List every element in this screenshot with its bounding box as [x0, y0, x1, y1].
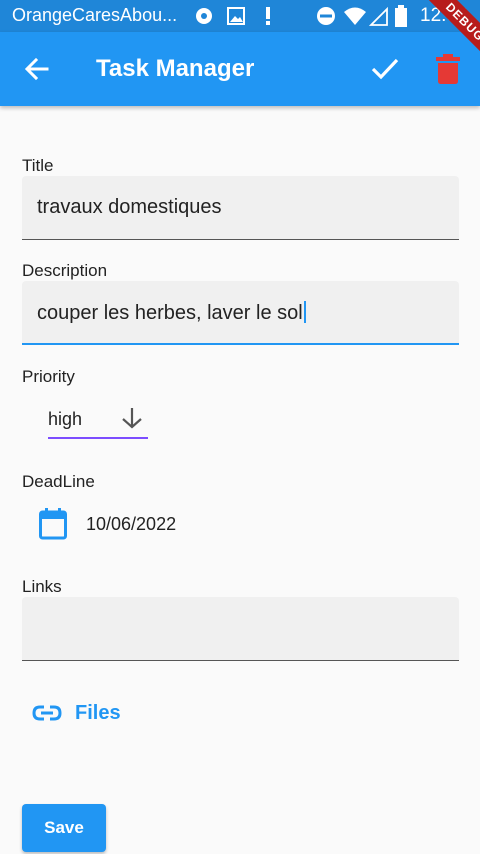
links-field[interactable] — [22, 597, 459, 661]
delete-button[interactable] — [435, 54, 461, 84]
arrow-back-icon — [24, 57, 49, 81]
title-field[interactable]: travaux domestiques — [22, 176, 459, 240]
dnd-icon — [316, 6, 336, 26]
files-button[interactable]: Files — [32, 698, 121, 728]
battery-icon — [394, 5, 408, 27]
deadline-label: DeadLine — [22, 472, 95, 491]
files-label: Files — [75, 701, 121, 724]
confirm-button[interactable] — [369, 55, 401, 83]
priority-label: Priority — [22, 367, 75, 386]
save-button[interactable]: Save — [22, 804, 106, 852]
priority-dropdown[interactable]: high — [48, 404, 148, 439]
signal-icon — [369, 6, 389, 26]
status-app-name: OrangeCaresAbou... — [12, 5, 178, 25]
title-value: travaux domestiques — [37, 196, 222, 218]
image-icon — [226, 6, 246, 26]
wifi-icon — [343, 6, 367, 26]
priority-value: high — [48, 409, 83, 429]
description-value: couper les herbes, laver le sol — [37, 302, 303, 324]
description-label: Description — [22, 261, 108, 280]
app-bar: Task Manager — [0, 32, 480, 106]
links-label: Links — [22, 577, 62, 596]
status-bar: OrangeCaresAbou... 12:06 — [0, 0, 480, 32]
text-cursor — [303, 301, 306, 323]
radio-icon — [194, 6, 214, 26]
title-label: Title — [22, 156, 54, 175]
page-title: Task Manager — [96, 55, 255, 82]
link-icon — [32, 705, 62, 721]
arrow-down-icon — [122, 408, 142, 429]
deadline-value[interactable]: 10/06/2022 — [86, 514, 176, 535]
alert-icon — [258, 6, 278, 26]
calendar-icon[interactable] — [39, 508, 67, 540]
delete-icon — [436, 54, 460, 84]
back-button[interactable] — [22, 54, 52, 84]
description-text: couper les herbes, laver le sol — [37, 301, 306, 325]
description-field[interactable]: couper les herbes, laver le sol — [22, 281, 459, 345]
check-icon — [371, 58, 399, 80]
screen: OrangeCaresAbou... 12:06 Task — [0, 0, 480, 854]
